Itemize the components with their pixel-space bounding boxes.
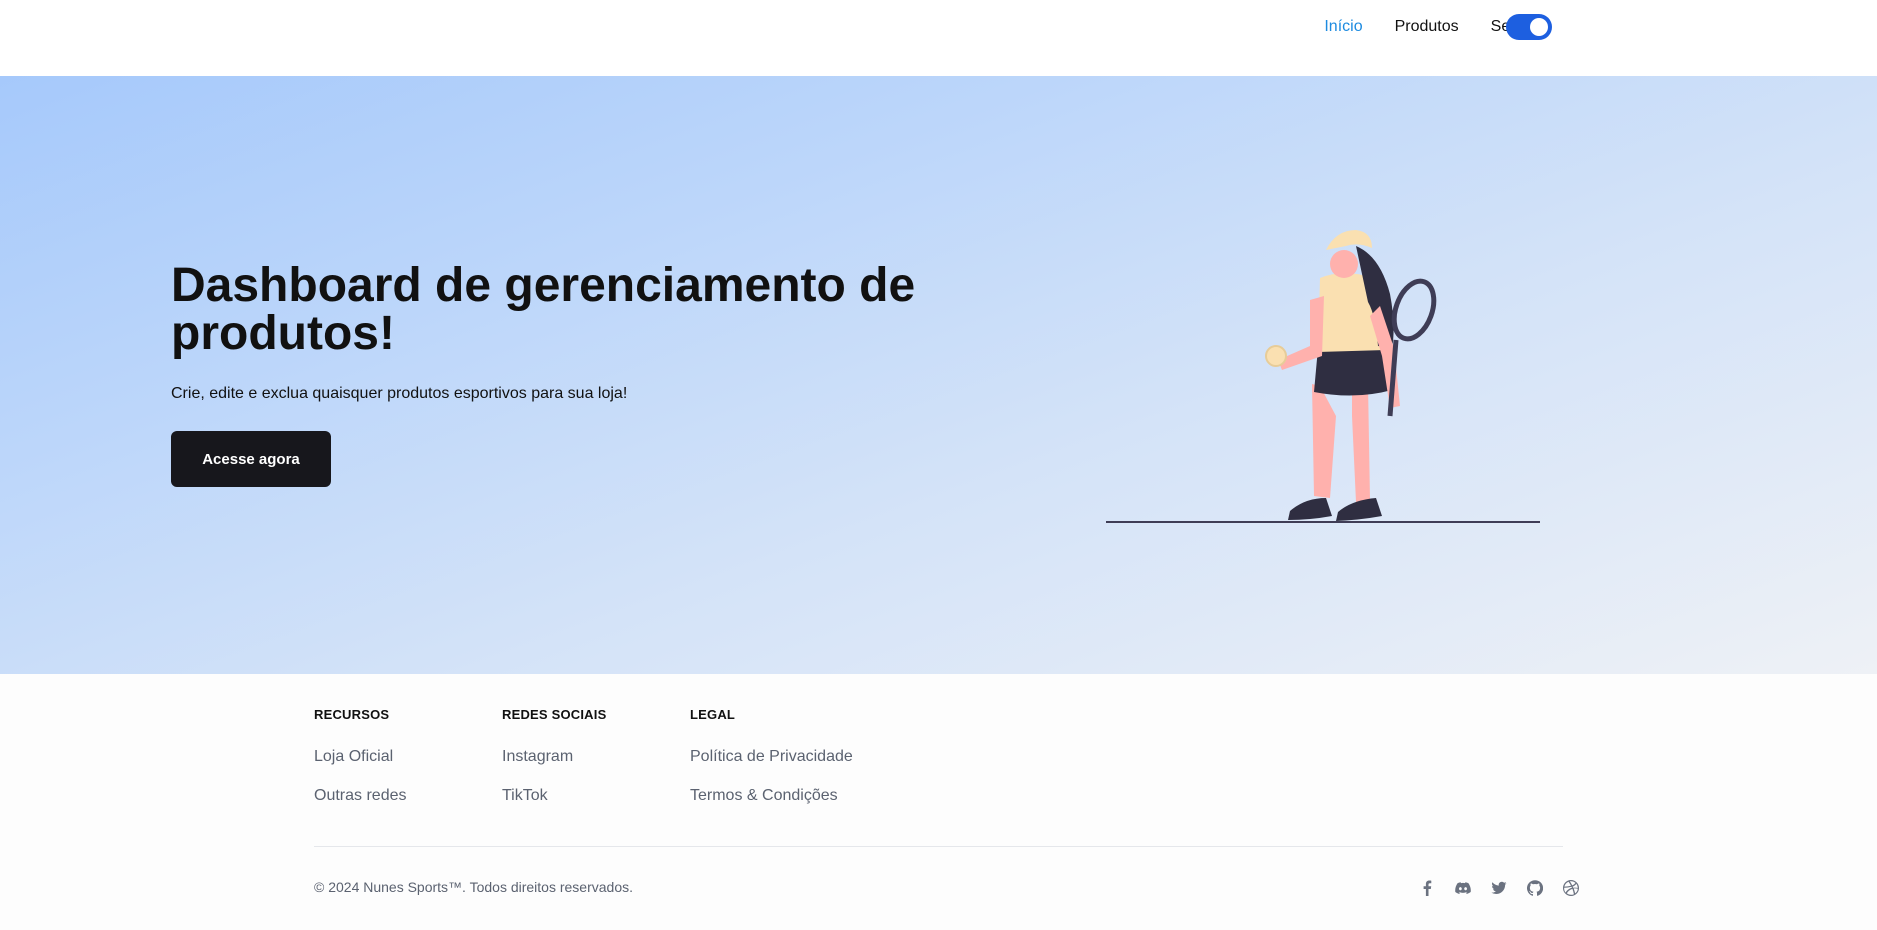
footer-column-recursos: RECURSOS Loja Oficial Outras redes: [314, 707, 406, 805]
footer: RECURSOS Loja Oficial Outras redes REDES…: [0, 674, 1877, 930]
footer-column-legal: LEGAL Política de Privacidade Termos & C…: [690, 707, 853, 805]
footer-link-loja-oficial[interactable]: Loja Oficial: [314, 748, 406, 766]
facebook-icon[interactable]: [1418, 879, 1436, 897]
github-icon[interactable]: [1526, 879, 1544, 897]
navbar: Início Produtos Serviços: [0, 0, 1877, 76]
footer-link-privacy-policy[interactable]: Política de Privacidade: [690, 748, 853, 766]
footer-heading: RECURSOS: [314, 707, 390, 722]
footer-link-instagram[interactable]: Instagram: [502, 748, 606, 766]
copyright-text: © 2024 Nunes Sports™. Todos direitos res…: [314, 879, 633, 895]
access-now-button[interactable]: Acesse agora: [171, 431, 331, 487]
woman-tennis-player-illustration: [1106, 230, 1540, 523]
footer-link-outras-redes[interactable]: Outras redes: [314, 787, 406, 805]
nav-link-inicio[interactable]: Início: [1324, 17, 1362, 37]
twitter-icon[interactable]: [1490, 879, 1508, 897]
dribbble-icon[interactable]: [1562, 879, 1580, 897]
footer-heading: REDES SOCIAIS: [502, 707, 607, 722]
hero-section: Dashboard de gerenciamento de produtos! …: [0, 76, 1877, 674]
discord-icon[interactable]: [1454, 879, 1472, 897]
social-links: [1400, 879, 1580, 897]
footer-divider: [314, 846, 1563, 847]
footer-column-redes-sociais: REDES SOCIAIS Instagram TikTok: [502, 707, 606, 805]
nav-link-produtos[interactable]: Produtos: [1395, 17, 1459, 37]
theme-toggle[interactable]: [1506, 14, 1552, 40]
hero-subtitle: Crie, edite e exclua quaisquer produtos …: [171, 385, 628, 402]
hero-title: Dashboard de gerenciamento de produtos!: [171, 259, 916, 360]
toggle-knob: [1530, 18, 1548, 36]
footer-heading: LEGAL: [690, 707, 736, 722]
footer-link-terms[interactable]: Termos & Condições: [690, 787, 853, 805]
footer-link-tiktok[interactable]: TikTok: [502, 787, 606, 805]
